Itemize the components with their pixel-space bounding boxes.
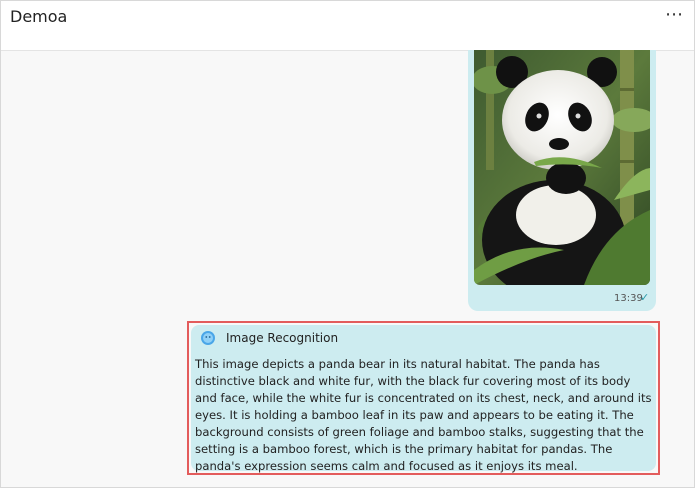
bot-sender-name: Image Recognition [226, 331, 339, 345]
chat-title: Demoa [10, 7, 68, 26]
read-check-icon: ✓ [640, 291, 650, 304]
panda-photo-icon [474, 50, 650, 285]
more-options-icon[interactable]: ⋯ [665, 6, 684, 24]
message-timestamp: 13:39 [614, 293, 643, 304]
bot-avatar-icon [201, 331, 215, 345]
chat-header: Demoa ⋯ [1, 1, 694, 51]
bot-message-text: This image depicts a panda bear in its n… [195, 357, 652, 473]
chat-window: Demoa ⋯ 13:39 ✓ Image Recognition This i… [0, 0, 695, 488]
bot-message-bubble[interactable]: Image Recognition This image depicts a p… [191, 325, 656, 473]
panda-photo[interactable] [474, 50, 650, 285]
image-message-bubble[interactable]: 13:39 ✓ [468, 50, 656, 311]
